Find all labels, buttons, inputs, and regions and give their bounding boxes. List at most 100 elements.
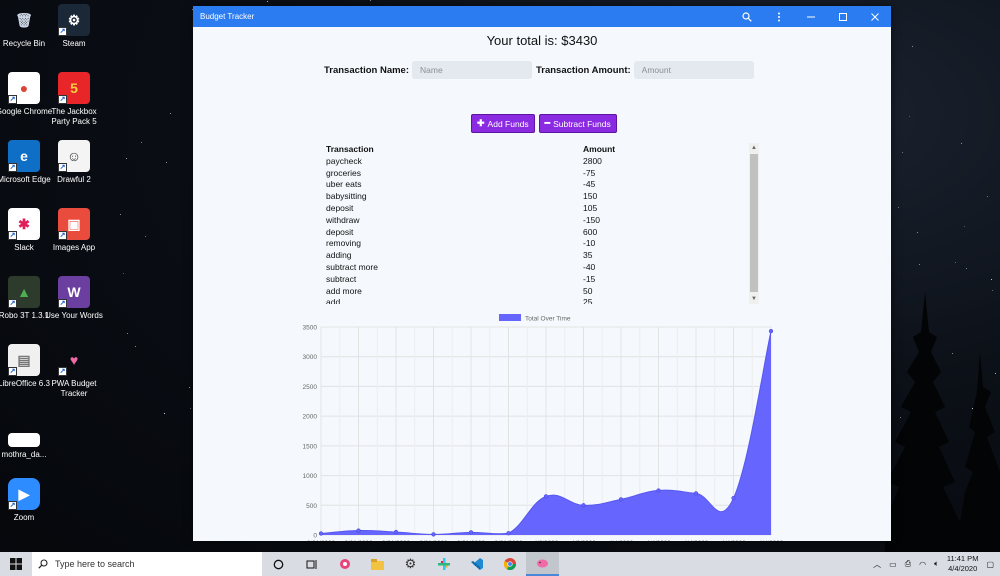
star [189,386,191,388]
search-icon[interactable] [731,6,763,27]
table-row: add 25 [324,297,749,304]
transaction-form: Transaction Name: Transaction Amount: [324,61,758,79]
table-row: deposit 105 [324,202,749,214]
data-point [693,491,699,496]
steam-icon: ⚙ ↗ [58,4,90,36]
transaction-amount-cell: 50 [583,285,593,296]
transaction-amount-cell: 600 [583,226,598,237]
star [120,214,122,216]
scroll-down-icon[interactable]: ▼ [749,294,759,304]
star [134,345,136,347]
desktop-shortcut[interactable]: ▶ ↗ Zoom [0,478,54,523]
legend-swatch [499,314,521,321]
robo3t-icon: ▲ ↗ [8,276,40,308]
star [964,226,966,228]
budget-tracker-window: Budget Tracker Your total is: $3430 Tran… [193,6,891,541]
shortcut-arrow-icon: ↗ [8,367,17,376]
data-point [468,530,474,535]
chevron-up-icon[interactable]: ︿ [873,559,881,570]
piggy-bank-icon: ♥ ↗ [58,352,79,376]
file-explorer-icon[interactable] [361,552,394,576]
table-row: subtract more -40 [324,261,749,273]
x-tick-label: 4/4/2020 [646,540,671,541]
snip-sketch-icon[interactable] [328,552,361,576]
data-point [393,529,399,535]
transaction-amount-input[interactable] [633,61,754,79]
more-vert-icon[interactable] [763,6,795,27]
column-header-transaction: Transaction [326,144,374,154]
transaction-amount-cell: -40 [583,262,596,273]
scrollbar-thumb[interactable] [750,154,758,292]
subtract-funds-button[interactable]: ━ Subtract Funds [538,114,617,133]
transaction-name-input[interactable] [412,61,532,79]
desktop-icon-label: PWA Budget Tracker [51,379,97,398]
piggy-bank-taskbar-icon[interactable] [526,552,559,576]
star [901,151,903,153]
table-row: withdraw -150 [324,214,749,226]
minimize-icon[interactable] [795,6,827,27]
shortcut-arrow-icon: ↗ [8,231,17,240]
vscode-icon[interactable] [460,552,493,576]
settings-gear-icon[interactable]: ⚙ [394,552,427,576]
y-tick-label: 1500 [303,443,318,450]
add-funds-button[interactable]: ✚ Add Funds [471,114,535,133]
volume-icon[interactable]: 🔈︎ [934,559,939,569]
transaction-name-cell: add more [326,285,362,296]
transaction-name-cell: subtract more [326,262,378,273]
clock[interactable]: 11:41 PM 4/4/2020 [947,554,979,574]
close-icon[interactable] [859,6,891,27]
chrome-taskbar-icon[interactable] [493,552,526,576]
scroll-up-icon[interactable]: ▲ [749,143,759,153]
x-tick-label: 3/31/2020 [344,540,373,541]
x-tick-label: 4/3/2020 [571,540,596,541]
desktop-icon-label: Zoom [13,513,35,522]
star [169,112,171,114]
desktop-icon-label: The Jackbox Party Pack 5 [51,107,97,126]
y-tick-label: 1000 [303,473,318,480]
transaction-name-cell: adding [326,250,352,261]
plus-icon: ✚ [477,118,485,128]
maximize-icon[interactable] [827,6,859,27]
desktop-shortcut[interactable]: ♥ ↗ PWA Budget Tracker [44,344,104,399]
transaction-amount-cell: 105 [583,203,598,214]
app-content: Your total is: $3430 Transaction Name: T… [193,27,891,541]
task-view-icon[interactable] [295,552,328,576]
table-row: adding 35 [324,249,749,261]
table-scrollbar[interactable]: ▲ ▼ [749,143,759,304]
transaction-name-cell: paycheck [326,155,362,166]
desktop-shortcut[interactable]: W ↗ Use Your Words [44,276,104,321]
y-tick-label: 500 [306,503,317,510]
minus-icon: ━ [544,118,551,128]
transaction-name-cell: babysitting [326,191,367,202]
transaction-table-container[interactable]: Transaction Amount paycheck 2800 groceries… [324,143,760,304]
star [960,142,962,144]
shortcut-arrow-icon: ↗ [8,163,17,172]
star [955,262,956,264]
slack-taskbar-icon[interactable] [427,552,460,576]
desktop-shortcut[interactable]: mothra_da... [0,424,54,460]
wifi-icon[interactable]: ◠ [919,560,926,569]
taskbar: Type here to search ⚙ ︿ ▭ ⎙ ◠ 🔈︎ 11:41 P… [0,552,1000,576]
table-row: groceries -75 [324,167,749,179]
star [126,158,128,160]
zoom-icon: ▶ ↗ [8,478,40,510]
shortcut-arrow-icon: ↗ [58,231,67,240]
desktop-shortcut[interactable]: ☺ ↗ Drawful 2 [44,140,104,185]
star [145,236,147,238]
x-tick-label: 3/31/2020 [382,540,411,541]
table-row: deposit 600 [324,226,749,238]
star [165,162,167,164]
subtract-funds-label: Subtract Funds [553,118,611,129]
desktop-shortcut[interactable]: ⚙ ↗ Steam [44,4,104,49]
cortana-icon[interactable] [262,552,295,576]
transaction-name-cell: uber eats [326,179,362,190]
notification-icon[interactable]: ▢ [986,560,994,569]
printer-icon[interactable]: ⎙ [905,559,911,569]
desktop-shortcut[interactable]: ▣ ↗ Images App [44,208,104,253]
transaction-amount-cell: -10 [583,238,596,249]
windows-start-icon[interactable] [0,552,32,576]
tablet-icon[interactable]: ▭ [889,560,897,569]
taskbar-search-box[interactable]: Type here to search [32,552,262,576]
desktop-shortcut[interactable]: 5 ↗ The Jackbox Party Pack 5 [44,72,104,127]
data-point [581,503,586,508]
